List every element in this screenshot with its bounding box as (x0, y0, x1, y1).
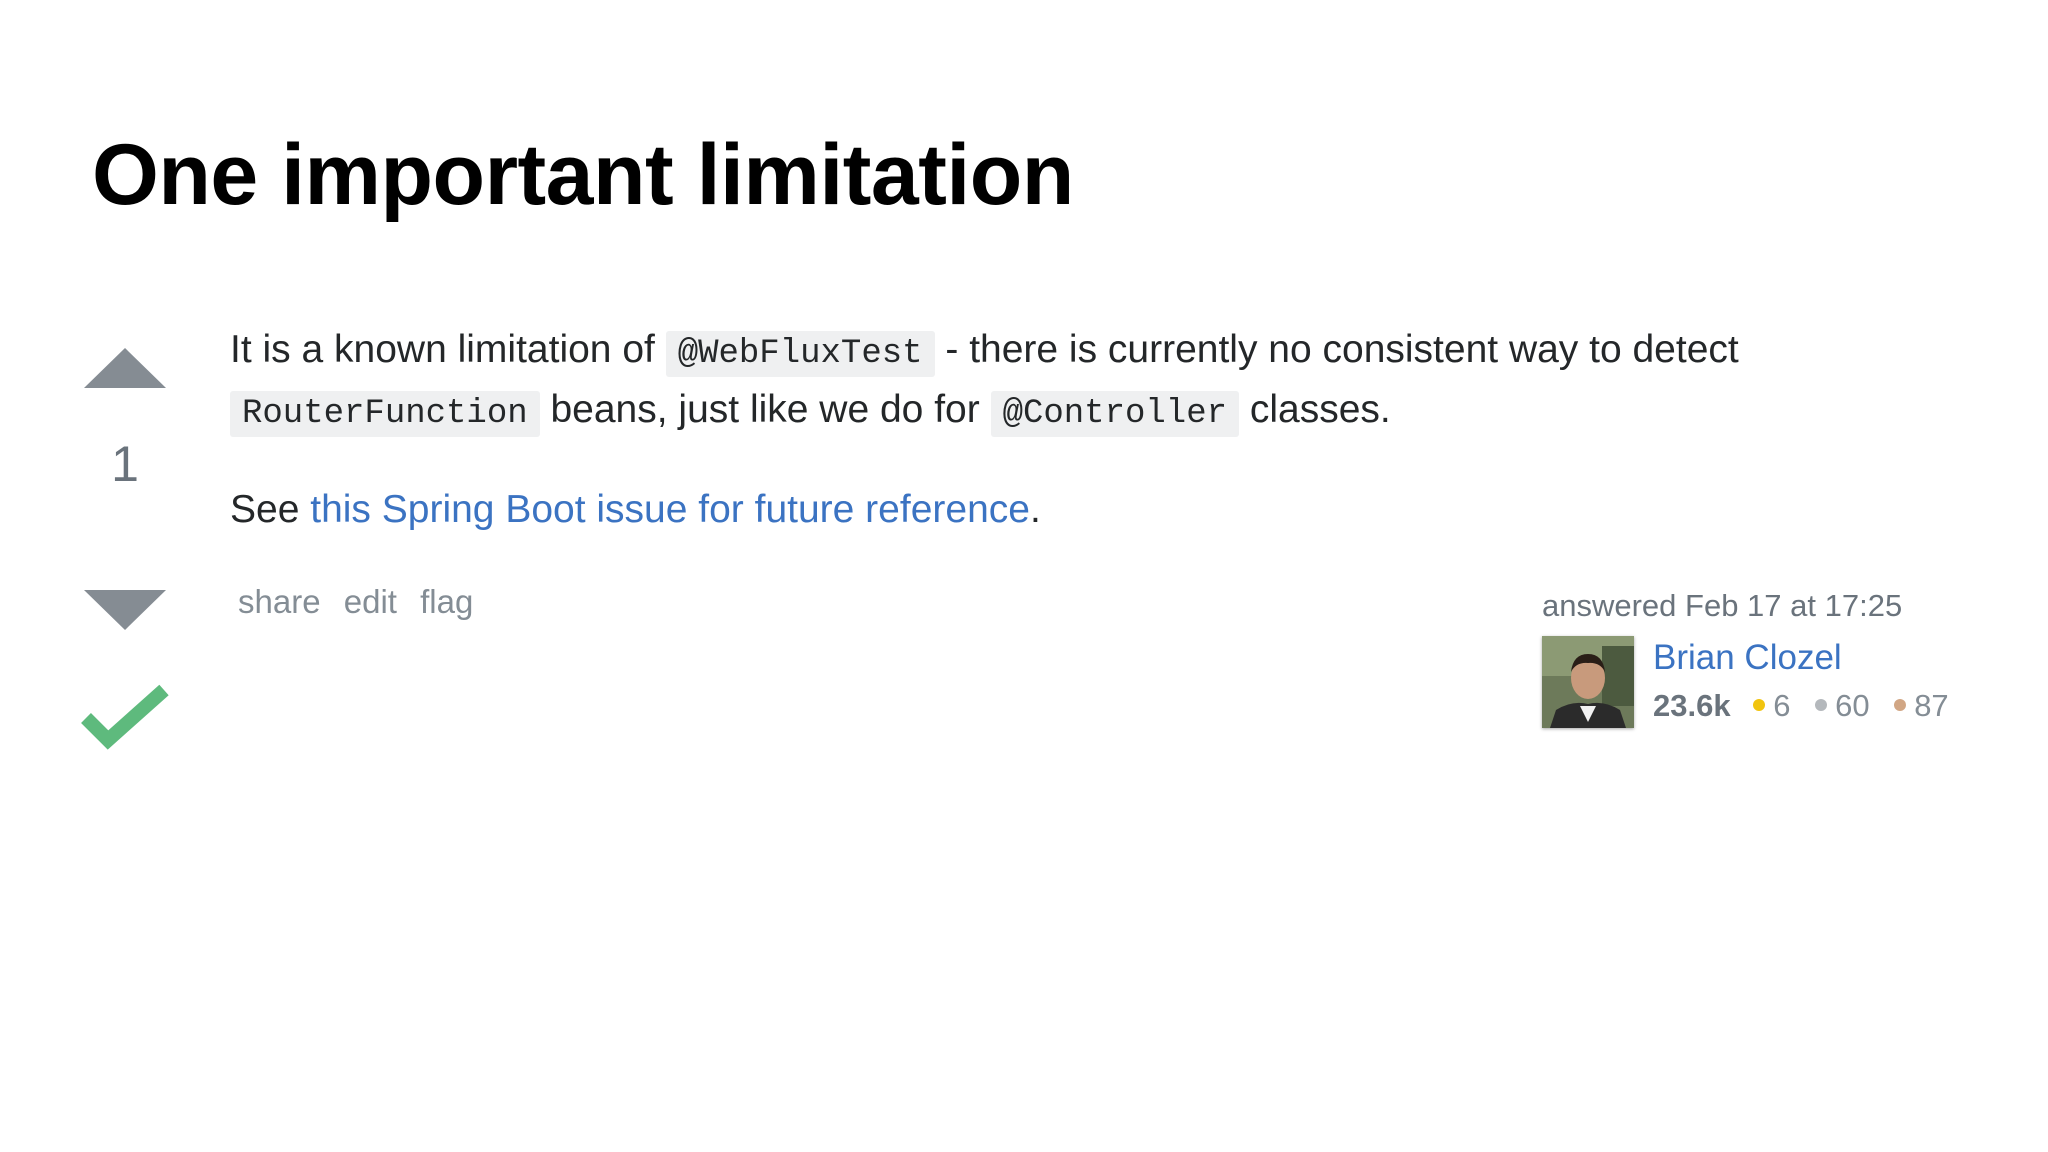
user-stats: 23.6k 6 60 87 (1653, 686, 1965, 726)
silver-badge-count: 60 (1835, 688, 1870, 723)
text-segment: . (1029, 488, 1041, 531)
vote-count: 1 (111, 436, 139, 492)
post-menu: share edit flag (238, 582, 487, 622)
answer-paragraph-1: It is a known limitation of @WebFluxTest… (230, 322, 1870, 442)
gold-badge-dot-icon (1753, 698, 1766, 711)
answer-body: It is a known limitation of @WebFluxTest… (230, 322, 1870, 538)
answered-timestamp: answered Feb 17 at 17:25 (1542, 588, 1903, 623)
user-avatar[interactable] (1542, 636, 1634, 728)
silver-badge: 60 (1815, 688, 1870, 723)
inline-code-controller: @Controller (990, 391, 1239, 437)
text-segment: - there is currently no consistent way t… (934, 328, 1739, 371)
inline-code-webfluxtest: @WebFluxTest (665, 331, 935, 377)
accepted-checkmark-icon (81, 684, 169, 750)
user-name-link[interactable]: Brian Clozel (1653, 638, 1842, 678)
bronze-badge: 87 (1894, 688, 1949, 723)
reputation-score: 23.6k (1653, 688, 1731, 723)
slide-title: One important limitation (92, 127, 1074, 223)
vote-up-arrow-icon[interactable] (80, 344, 170, 394)
edit-link[interactable]: edit (344, 583, 397, 620)
user-signature: answered Feb 17 at 17:25 Brian Clozel 23… (1540, 588, 1980, 748)
text-segment: classes. (1239, 388, 1391, 431)
vote-column: 1 (80, 344, 170, 750)
silver-badge-dot-icon (1815, 698, 1828, 711)
spring-boot-issue-link[interactable]: this Spring Boot issue for future refere… (310, 488, 1030, 531)
share-link[interactable]: share (238, 583, 321, 620)
gold-badge-count: 6 (1773, 688, 1791, 723)
text-segment: It is a known limitation of (230, 328, 666, 371)
bronze-badge-count: 87 (1914, 688, 1949, 723)
text-segment: See (230, 488, 311, 531)
gold-badge: 6 (1753, 688, 1790, 723)
vote-down-arrow-icon[interactable] (80, 584, 170, 634)
text-segment: beans, just like we do for (539, 388, 991, 431)
answer-paragraph-2: See this Spring Boot issue for future re… (230, 482, 1870, 538)
answer-screenshot: 1 It is a known limitation of @WebFluxTe… (0, 300, 2048, 1152)
flag-link[interactable]: flag (420, 583, 473, 620)
bronze-badge-dot-icon (1894, 698, 1907, 711)
inline-code-routerfunction: RouterFunction (230, 391, 540, 437)
